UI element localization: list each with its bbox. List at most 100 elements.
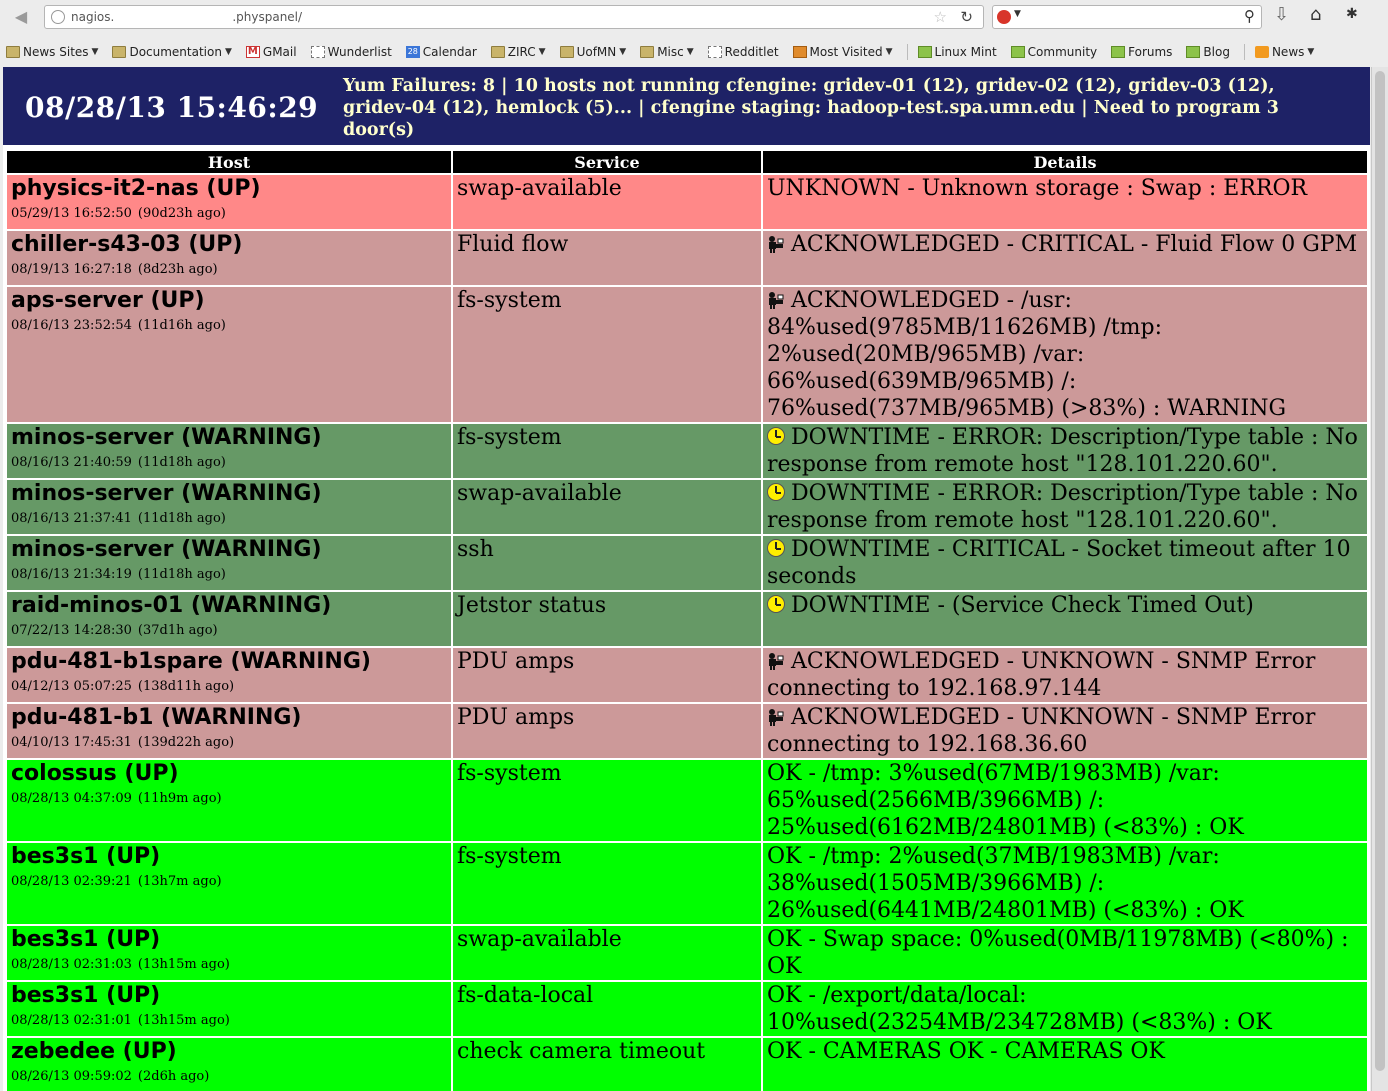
table-row: minos-server (WARNING) 08/16/13 21:40:59 (…: [7, 424, 1367, 478]
service-cell[interactable]: ssh: [453, 536, 761, 590]
bookmark-item[interactable]: Forums: [1111, 45, 1172, 59]
service-cell[interactable]: fs-system: [453, 287, 761, 422]
bookmark-item[interactable]: ZIRC ▼: [490, 45, 546, 59]
host-name[interactable]: minos-server (WARNING): [11, 424, 447, 451]
host-name[interactable]: bes3s1 (UP): [11, 982, 447, 1009]
bookmark-item[interactable]: Linux Mint: [917, 45, 997, 59]
bookmark-label: Documentation: [129, 45, 222, 59]
host-name[interactable]: zebedee (UP): [11, 1038, 447, 1065]
service-cell[interactable]: fs-system: [453, 843, 761, 924]
bookmark-item[interactable]: Blog: [1186, 45, 1230, 59]
bookmark-item[interactable]: Redditlet: [707, 45, 779, 59]
host-meta: 08/26/13 09:59:02 (2d6h ago): [11, 1069, 447, 1085]
host-name[interactable]: aps-server (UP): [11, 287, 447, 314]
bookmark-label: Most Visited: [809, 45, 883, 59]
bookmark-item[interactable]: Documentation ▼: [112, 45, 232, 59]
state-duration: (13h15m ago): [137, 957, 230, 972]
chevron-down-icon[interactable]: ▼: [225, 47, 232, 57]
details-cell: UNKNOWN - Unknown storage : Swap : ERROR: [763, 175, 1367, 229]
search-bar[interactable]: ▼ ⚲: [992, 5, 1262, 29]
service-cell[interactable]: swap-available: [453, 480, 761, 534]
search-engine-icon[interactable]: [997, 10, 1011, 24]
bookmark-item[interactable]: Community: [1010, 45, 1097, 59]
bookmark-item[interactable]: News Sites ▼: [6, 45, 98, 59]
host-name[interactable]: minos-server (WARNING): [11, 480, 447, 507]
chevron-down-icon[interactable]: ▼: [92, 47, 99, 57]
host-name[interactable]: pdu-481-b1spare (WARNING): [11, 648, 447, 675]
bookmark-item[interactable]: Wunderlist: [310, 45, 392, 59]
bookmark-item[interactable]: Most Visited ▼: [792, 45, 893, 59]
table-row: zebedee (UP) 08/26/13 09:59:02 (2d6h ago) c…: [7, 1038, 1367, 1091]
url-bar[interactable]: nagios. .physpanel/ ☆ ↻: [44, 5, 984, 29]
bookmark-item[interactable]: Misc ▼: [640, 45, 694, 59]
host-meta: 08/16/13 21:37:41 (11d18h ago): [11, 511, 447, 527]
chevron-down-icon[interactable]: ▼: [1307, 47, 1314, 57]
chevron-down-icon[interactable]: ▼: [1014, 9, 1021, 19]
search-icon[interactable]: ⚲: [1244, 7, 1255, 25]
host-cell: zebedee (UP) 08/26/13 09:59:02 (2d6h ago): [7, 1038, 451, 1091]
host-name[interactable]: minos-server (WARNING): [11, 536, 447, 563]
host-cell: minos-server (WARNING) 08/16/13 21:37:41 (…: [7, 480, 451, 534]
host-name[interactable]: pdu-481-b1 (WARNING): [11, 704, 447, 731]
details-cell: OK - /tmp: 3%used(67MB/1983MB) /var: 65%…: [763, 760, 1367, 841]
details-cell: ACKNOWLEDGED - CRITICAL - Fluid Flow 0 G…: [763, 231, 1367, 285]
service-cell[interactable]: fs-data-local: [453, 982, 761, 1036]
service-cell[interactable]: PDU amps: [453, 648, 761, 702]
host-cell: bes3s1 (UP) 08/28/13 02:39:21 (13h7m ago): [7, 843, 451, 924]
host-meta: 04/12/13 05:07:25 (138d11h ago): [11, 679, 447, 695]
vertical-scrollbar[interactable]: [1371, 67, 1388, 1091]
bookmark-item[interactable]: UofMN ▼: [559, 45, 626, 59]
service-cell[interactable]: fs-system: [453, 760, 761, 841]
host-cell: bes3s1 (UP) 08/28/13 02:31:01 (13h15m ago): [7, 982, 451, 1036]
details-text: OK - /export/data/local: 10%used(23254MB…: [767, 983, 1272, 1035]
host-name[interactable]: bes3s1 (UP): [11, 926, 447, 953]
chevron-down-icon[interactable]: ▼: [687, 47, 694, 57]
host-cell: pdu-481-b1 (WARNING) 04/10/13 17:45:31 (13…: [7, 704, 451, 758]
host-cell: pdu-481-b1spare (WARNING) 04/12/13 05:07:…: [7, 648, 451, 702]
browser-navbar: ◀ nagios. .physpanel/ ☆ ↻ ▼ ⚲ ⇩ ⌂ ✱: [0, 0, 1388, 38]
service-cell[interactable]: fs-system: [453, 424, 761, 478]
host-name[interactable]: bes3s1 (UP): [11, 843, 447, 870]
service-cell[interactable]: Jetstor status: [453, 592, 761, 646]
service-cell[interactable]: Fluid flow: [453, 231, 761, 285]
host-cell: colossus (UP) 08/28/13 04:37:09 (11h9m ago…: [7, 760, 451, 841]
chevron-down-icon[interactable]: ▼: [619, 47, 626, 57]
details-cell: DOWNTIME - ERROR: Description/Type table…: [763, 480, 1367, 534]
service-cell[interactable]: check camera timeout: [453, 1038, 761, 1091]
state-duration: (11d18h ago): [137, 511, 226, 526]
state-duration: (11d16h ago): [137, 318, 226, 333]
host-name[interactable]: colossus (UP): [11, 760, 447, 787]
state-change-time: 08/16/13 23:52:54: [11, 318, 132, 333]
bookmark-star-icon[interactable]: ☆: [934, 8, 947, 26]
bookmark-item[interactable]: 28 Calendar: [405, 45, 477, 59]
scrollbar-thumb[interactable]: [1375, 71, 1385, 1071]
state-duration: (13h15m ago): [137, 1013, 230, 1028]
url-text[interactable]: nagios. .physpanel/: [71, 10, 302, 24]
bookmark-item[interactable]: M GMail: [245, 45, 297, 59]
download-icon[interactable]: ⇩: [1274, 4, 1289, 25]
service-cell[interactable]: PDU amps: [453, 704, 761, 758]
host-cell: bes3s1 (UP) 08/28/13 02:31:03 (13h15m ago): [7, 926, 451, 980]
service-cell[interactable]: swap-available: [453, 175, 761, 229]
back-arrow-icon[interactable]: ◀: [8, 6, 34, 28]
bookmark-label: Forums: [1128, 45, 1173, 59]
reload-icon[interactable]: ↻: [960, 8, 973, 26]
page-viewport: 08/28/13 15:46:29 Yum Failures: 8 | 10 h…: [3, 67, 1370, 1091]
state-change-time: 08/19/13 16:27:18: [11, 262, 132, 277]
host-name[interactable]: physics-it2-nas (UP): [11, 175, 447, 202]
chevron-down-icon[interactable]: ▼: [539, 47, 546, 57]
bookmark-label: Wunderlist: [327, 45, 392, 59]
chevron-down-icon[interactable]: ▼: [886, 47, 893, 57]
host-meta: 05/29/13 16:52:50 (90d23h ago): [11, 206, 447, 222]
state-change-time: 05/29/13 16:52:50: [11, 206, 132, 221]
host-cell: physics-it2-nas (UP) 05/29/13 16:52:50 (90…: [7, 175, 451, 229]
page-icon: [310, 46, 325, 58]
addon-icon[interactable]: ✱: [1346, 6, 1358, 22]
home-icon[interactable]: ⌂: [1310, 4, 1321, 25]
bookmark-item[interactable]: News ▼: [1254, 45, 1314, 59]
gmail-icon: M: [245, 46, 260, 58]
service-cell[interactable]: swap-available: [453, 926, 761, 980]
host-name[interactable]: raid-minos-01 (WARNING): [11, 592, 447, 619]
host-name[interactable]: chiller-s43-03 (UP): [11, 231, 447, 258]
host-cell: aps-server (UP) 08/16/13 23:52:54 (11d16h …: [7, 287, 451, 422]
